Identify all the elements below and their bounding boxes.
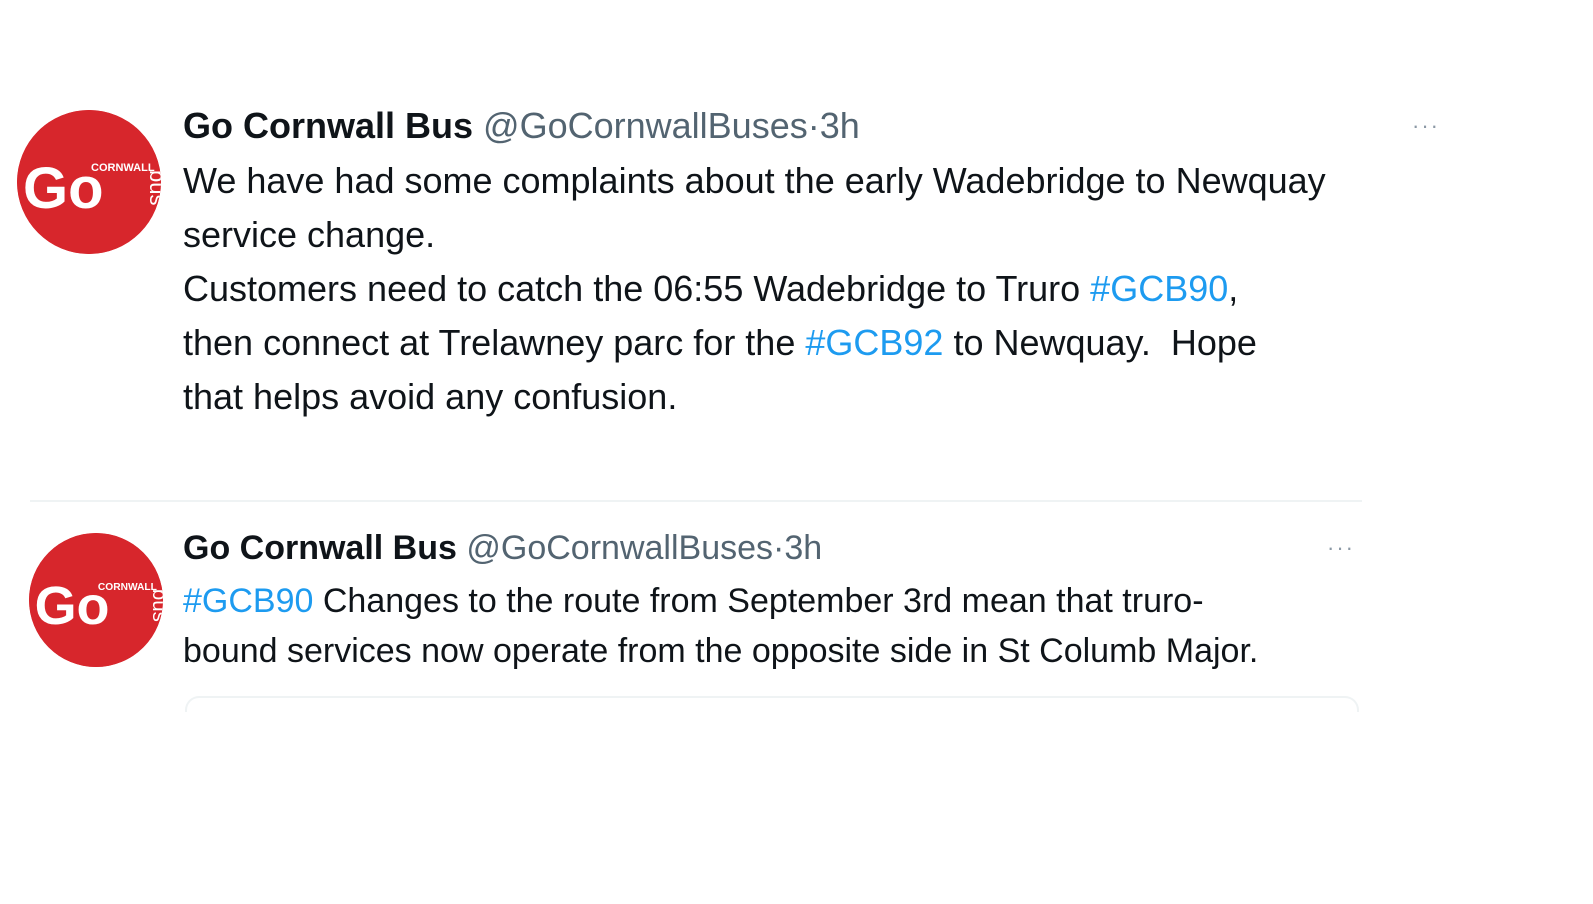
tweet-timestamp[interactable]: 3h <box>784 529 822 567</box>
avatar-side-text: bus <box>145 170 161 205</box>
text-segment: then connect at Trelawney parc for the <box>183 322 806 363</box>
author-handle[interactable]: @GoCornwallBuses <box>466 529 773 567</box>
text-segment: , <box>1228 268 1239 309</box>
tweet-line: We have had some complaints about the ea… <box>183 154 1483 208</box>
separator-dot: · <box>773 529 785 567</box>
text-segment: service change. <box>183 214 436 255</box>
text-segment: We have had some complaints about the ea… <box>183 160 1326 201</box>
tweet-line: bound services now operate from the oppo… <box>183 626 1483 676</box>
text-segment: that helps avoid any confusion. <box>183 376 678 417</box>
separator-dot: · <box>807 105 820 146</box>
avatar[interactable]: CORNWALL Go bus <box>29 533 163 667</box>
text-segment: bound services now operate from the oppo… <box>183 632 1259 670</box>
hashtag-link[interactable]: #GCB90 <box>183 582 313 620</box>
avatar-main-text: Go <box>35 576 110 636</box>
tweet[interactable]: CORNWALL Go bus Go Cornwall Bus @GoCornw… <box>0 510 1593 720</box>
author-name[interactable]: Go Cornwall Bus <box>183 529 457 567</box>
go-cornwall-bus-logo: CORNWALL Go bus <box>29 533 163 667</box>
avatar-side-text: bus <box>148 589 163 622</box>
tweet-timestamp[interactable]: 3h <box>820 105 860 146</box>
author-name[interactable]: Go Cornwall Bus <box>183 105 473 146</box>
tweet-text: #GCB90 Changes to the route from Septemb… <box>183 576 1483 676</box>
link-card-preview[interactable] <box>185 696 1359 712</box>
tweet-line: #GCB90 Changes to the route from Septemb… <box>183 576 1483 626</box>
text-segment: Changes to the route from September 3rd … <box>313 582 1204 620</box>
more-horizontal-icon[interactable]: ··· <box>1327 537 1355 559</box>
tweet[interactable]: CORNWALL Go bus Go Cornwall Bus @GoCornw… <box>0 0 1593 480</box>
hashtag-link[interactable]: #GCB92 <box>805 322 943 363</box>
tweet-line: service change. <box>183 208 1483 262</box>
tweet-line: then connect at Trelawney parc for the #… <box>183 316 1483 370</box>
tweet-divider <box>30 500 1362 502</box>
tweet-text: We have had some complaints about the ea… <box>183 154 1483 424</box>
more-horizontal-icon[interactable]: ··· <box>1412 115 1440 137</box>
author-handle[interactable]: @GoCornwallBuses <box>483 105 808 146</box>
tweet-line: that helps avoid any confusion. <box>183 370 1483 424</box>
avatar-main-text: Go <box>23 156 104 221</box>
go-cornwall-bus-logo: CORNWALL Go bus <box>17 110 161 254</box>
text-segment: Customers need to catch the 06:55 Wadebr… <box>183 268 1091 309</box>
text-segment: to Newquay. Hope <box>943 322 1257 363</box>
avatar[interactable]: CORNWALL Go bus <box>17 110 161 254</box>
tweet-line: Customers need to catch the 06:55 Wadebr… <box>183 262 1483 316</box>
tweet-header: Go Cornwall Bus @GoCornwallBuses·3h <box>183 528 822 568</box>
hashtag-link[interactable]: #GCB90 <box>1090 268 1228 309</box>
tweet-header: Go Cornwall Bus @GoCornwallBuses·3h <box>183 106 860 146</box>
